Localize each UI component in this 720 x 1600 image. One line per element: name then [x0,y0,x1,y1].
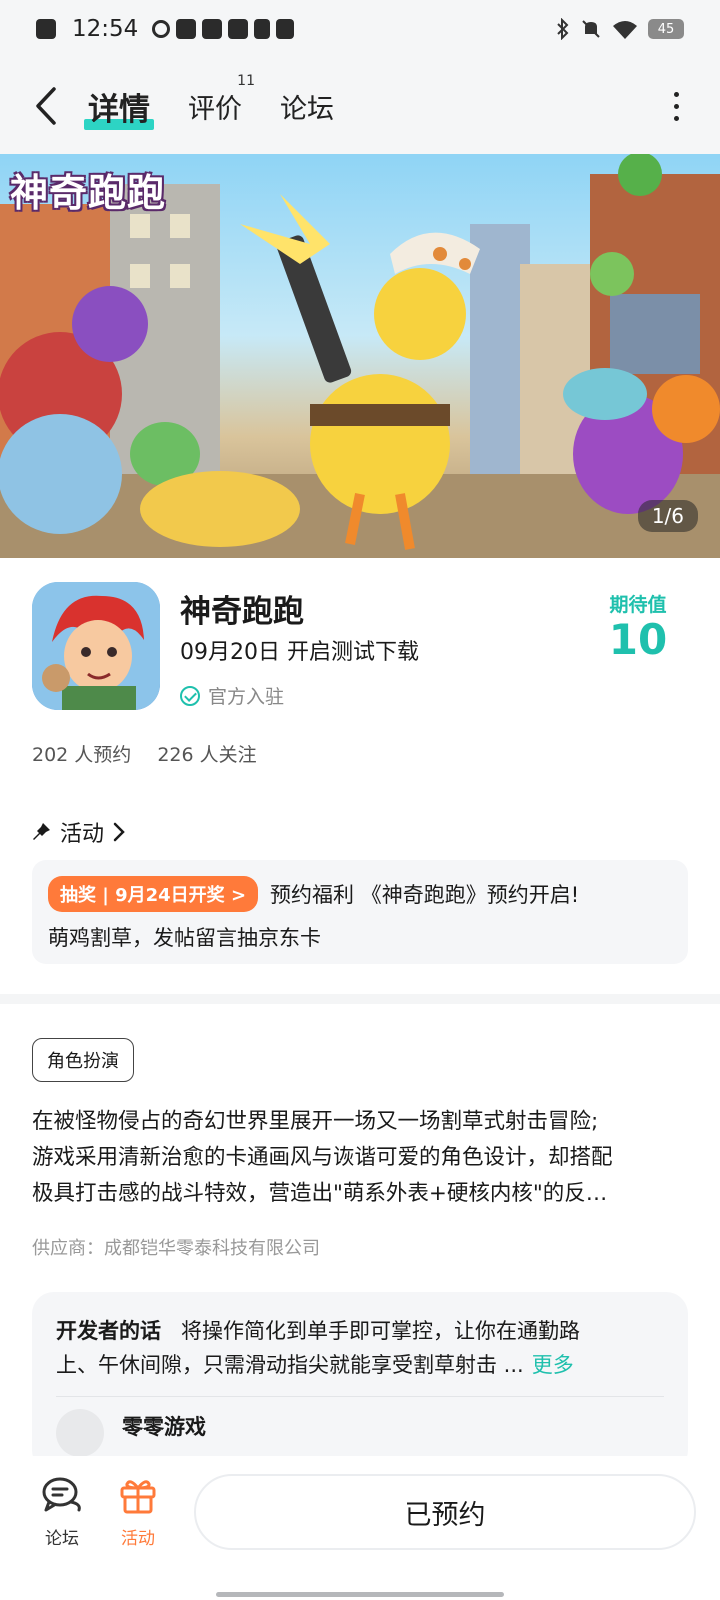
video-icon [228,19,249,39]
developer-avatar [56,1409,104,1457]
home-indicator[interactable] [216,1592,504,1597]
developer-separator [56,1396,664,1397]
description-line: 极具打击感的战斗特效，营造出"萌系外表+硬核内核"的反… [32,1181,608,1206]
description-line: 游戏采用清新治愈的卡通画风与诙谐可爱的角色设计，却搭配 [32,1145,613,1170]
forum-chat-icon [42,1477,81,1512]
tiktok-icon [254,19,271,39]
gift-icon [120,1480,156,1514]
supplier-text: 供应商：成都铠华零泰科技有限公司 [32,1238,320,1259]
status-right: 45 [556,18,684,40]
developer-note-line2: 上、午休间隙，只需滑动指尖就能享受割草射击 ... [56,1353,524,1377]
top-nav: 详情 评价 11 论坛 [0,58,720,154]
tab-reviews[interactable]: 评价 11 [188,73,255,126]
follow-count: 226 人关注 [157,744,257,766]
more-dot-icon [673,115,679,121]
official-badge: 官方入驻 [180,682,284,709]
game-info: 神奇跑跑 09月20日 开启测试下载 官方入驻 期待值 10 [32,582,688,712]
developer-author-row: 零零游戏 [56,1409,664,1457]
tab-details[interactable]: 详情 [84,84,154,130]
back-button[interactable] [24,76,68,136]
activity-headline: 预约福利 《神奇跑跑》预约开启! [270,883,580,907]
activity-header[interactable]: 活动 [32,816,126,848]
tab-details-label: 详情 [88,91,150,128]
game-logo: 神奇跑跑 [10,171,167,215]
stats-row: 202 人预约 226 人关注 [32,740,257,767]
game-icon-art [32,582,160,710]
back-arrow-icon [36,87,56,125]
lottery-tag: 抽奖 | 9月24日开奖 > [48,876,259,912]
game-icon[interactable] [32,582,160,710]
crown-icon [276,19,295,39]
developer-name: 零零游戏 [122,1415,206,1439]
expectation-label: 期待值 [609,594,667,616]
bottom-forum-label: 论坛 [45,1529,79,1549]
banner-carousel[interactable]: 神奇跑跑 1/6 [0,154,720,558]
reserve-count: 202 人预约 [32,744,132,766]
tab-reviews-label: 评价 [188,93,242,125]
bottom-activity-label: 活动 [121,1529,155,1549]
status-bar: 12:54 45 [0,0,720,58]
description-line: 在被怪物侵占的奇幻世界里展开一场又一场割草式射击冒险; [32,1109,599,1134]
game-title: 神奇跑跑 [180,594,304,630]
activity-subline: 萌鸡割草，发帖留言抽京东卡 [48,926,321,950]
reviews-count-badge: 11 [237,72,255,89]
activity-card[interactable]: 抽奖 | 9月24日开奖 > 预约福利 《神奇跑跑》预约开启! 萌鸡割草，发帖留… [32,860,688,964]
banner-page-indicator: 1/6 [637,500,698,532]
official-label: 官方入驻 [208,686,285,708]
activity-title: 活动 [60,822,105,847]
more-dot-icon [673,103,679,109]
status-left: 12:54 [36,16,295,42]
genre-tag[interactable]: 角色扮演 [32,1038,134,1082]
chevron-right-icon [113,822,125,842]
mute-icon [582,20,600,38]
bottom-bar: 论坛 活动 已预约 [0,1456,720,1600]
book-icon [202,19,223,39]
verified-check-icon [180,685,200,706]
expectation-value: 10 [608,615,668,664]
developer-note: 开发者的话 将操作简化到单手即可掌控，让你在通勤路 上、午休间隙，只需滑动指尖就能… [56,1314,664,1382]
app-icon [152,20,171,38]
pin-icon [33,823,50,840]
developer-note-line1: 将操作简化到单手即可掌控，让你在通勤路 [181,1319,580,1343]
tab-forum[interactable]: 论坛 [280,87,334,126]
developer-note-card[interactable]: 开发者的话 将操作简化到单手即可掌控，让你在通勤路 上、午休间隙，只需滑动指尖就能… [32,1292,688,1472]
more-menu-button[interactable] [656,76,696,136]
more-dot-icon [673,91,679,97]
status-time: 12:54 [72,16,139,42]
section-divider [0,994,720,1004]
wifi-icon [613,21,637,39]
mail-icon [176,19,197,39]
test-date-text: 09月20日 开启测试下载 [180,640,419,665]
developer-note-label: 开发者的话 [56,1319,161,1343]
notification-icon [36,19,56,39]
bottom-forum-button[interactable]: 论坛 [30,1476,94,1549]
bluetooth-icon [557,18,569,40]
tab-forum-label: 论坛 [280,93,334,125]
bottom-activity-button[interactable]: 活动 [106,1476,170,1549]
game-description[interactable]: 在被怪物侵占的奇幻世界里展开一场又一场割草式射击冒险; 游戏采用清新治愈的卡通画… [32,1104,688,1212]
reserved-button[interactable]: 已预约 [194,1474,696,1550]
expectation-score: 期待值 10 [588,590,688,661]
battery-icon: 45 [648,19,684,39]
more-link[interactable]: 更多 [532,1353,574,1377]
